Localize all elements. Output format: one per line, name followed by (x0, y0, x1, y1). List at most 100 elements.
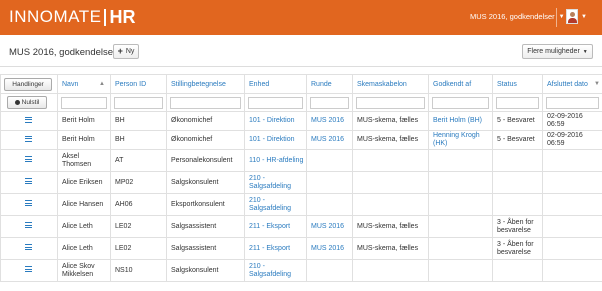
actions-button[interactable]: Handlinger (4, 77, 52, 91)
cell-person-id: AH06 (110, 193, 167, 216)
filter-stilling[interactable] (170, 96, 241, 109)
cell-stilling: Salgskonsulent (166, 259, 245, 282)
cell-godkendt-af[interactable] (428, 171, 493, 194)
filter-status[interactable] (496, 96, 539, 109)
cell-runde[interactable]: MUS 2016 (306, 237, 353, 260)
cell-stilling: Økonomichef (166, 130, 245, 150)
chevron-down-icon: ▼ (582, 48, 588, 55)
cell-status (492, 193, 543, 216)
more-options-button[interactable]: Flere muligheder ▼ (522, 44, 593, 59)
list-icon[interactable] (25, 135, 32, 142)
page-title: MUS 2016, godkendelser (9, 47, 117, 58)
cell-skema (352, 193, 429, 216)
reset-button[interactable]: Nulstil (7, 96, 47, 109)
list-icon[interactable] (25, 156, 32, 162)
filter-cell (542, 93, 602, 112)
table-row[interactable]: Alice Hansen AH06 Eksportkonsulent 210 - Sa… (0, 193, 602, 216)
actions-header: Handlinger (0, 74, 58, 94)
list-icon[interactable] (25, 266, 32, 272)
filter-runde[interactable] (310, 96, 349, 109)
cell-skema (352, 149, 429, 172)
cell-runde[interactable] (306, 149, 353, 172)
cell-godkendt-af[interactable] (428, 237, 493, 260)
col-stilling[interactable]: Stillingbetegnelse (166, 74, 245, 94)
col-navn[interactable]: Navn ▲ (57, 74, 111, 94)
cell-enhed[interactable]: 210 - Salgsafdeling (244, 259, 307, 282)
list-icon[interactable] (25, 178, 32, 184)
col-status[interactable]: Status (492, 74, 543, 94)
filter-cell (57, 93, 111, 112)
context-menu[interactable]: MUS 2016, godkendelser ▼ (470, 12, 565, 21)
col-enhed[interactable]: Enhed (244, 74, 307, 94)
cell-runde[interactable]: MUS 2016 (306, 130, 353, 150)
cell-runde[interactable] (306, 193, 353, 216)
cell-navn: Aksel Thomsen (57, 149, 111, 172)
cell-godkendt-af[interactable] (428, 193, 493, 216)
col-afsluttet[interactable]: Afsluttet dato ▼ (542, 74, 602, 94)
cell-skema (352, 171, 429, 194)
cell-navn: Alice Eriksen (57, 171, 111, 194)
cell-godkendt-af[interactable] (428, 215, 493, 238)
cell-runde[interactable]: MUS 2016 (306, 111, 353, 131)
reset-cell: Nulstil (0, 93, 58, 112)
col-person-id[interactable]: Person ID (110, 74, 167, 94)
cell-navn: Alice Leth (57, 237, 111, 260)
cell-enhed[interactable]: 110 - HR-afdeling (244, 149, 307, 172)
avatar (566, 9, 578, 24)
cell-person-id: LE02 (110, 237, 167, 260)
cell-skema (352, 259, 429, 282)
cell-status (492, 171, 543, 194)
top-bar: INNOMATE HR MUS 2016, godkendelser ▼ ▼ (0, 0, 602, 35)
list-icon[interactable] (25, 116, 32, 123)
cell-enhed[interactable]: 211 - Eksport (244, 215, 307, 238)
cell-status (492, 149, 543, 172)
col-godkendt-af[interactable]: Godkendt af (428, 74, 493, 94)
col-skema[interactable]: Skemaskabelon (352, 74, 429, 94)
table-row[interactable]: Aksel Thomsen AT Personalekonsulent 110 - H… (0, 149, 602, 172)
cell-status: 3 - Åben for besvarelse (492, 215, 543, 238)
table-row[interactable]: Berit Holm BH Økonomichef 101 - Direktion MU… (0, 111, 602, 131)
cell-enhed[interactable]: 101 - Direktion (244, 130, 307, 150)
cell-runde[interactable] (306, 259, 353, 282)
table-row[interactable]: Alice Skov Mikkelsen NS10 Salgskonsulent 21… (0, 259, 602, 282)
cell-enhed[interactable]: 211 - Eksport (244, 237, 307, 260)
filter-enhed[interactable] (248, 96, 303, 109)
table-row[interactable]: Alice Eriksen MP02 Salgskonsulent 210 - Sal… (0, 171, 602, 194)
row-action-cell (0, 215, 58, 238)
cell-status: 5 - Besvaret (492, 130, 543, 150)
topbar-divider (556, 8, 557, 27)
cell-enhed[interactable]: 210 - Salgsafdeling (244, 193, 307, 216)
filter-navn[interactable] (61, 96, 107, 109)
new-button[interactable]: + Ny (113, 44, 139, 59)
table-row[interactable]: Berit Holm BH Økonomichef 101 - Direktion MU… (0, 130, 602, 150)
cell-enhed[interactable]: 101 - Direktion (244, 111, 307, 131)
cell-godkendt-af[interactable]: Henning Krogh (HK) (428, 130, 493, 150)
cell-godkendt-af[interactable] (428, 259, 493, 282)
cell-runde[interactable]: MUS 2016 (306, 215, 353, 238)
cell-navn: Alice Skov Mikkelsen (57, 259, 111, 282)
table-row[interactable]: Alice Leth LE02 Salgsassistent 211 - Ekspor… (0, 237, 602, 260)
cell-godkendt-af[interactable]: Berit Holm (BH) (428, 111, 493, 131)
cell-stilling: Salgskonsulent (166, 171, 245, 194)
row-action-cell (0, 149, 58, 172)
filter-afsluttet[interactable] (546, 96, 599, 109)
list-icon[interactable] (25, 222, 32, 228)
app-logo[interactable]: INNOMATE HR (9, 7, 135, 27)
list-icon[interactable] (25, 244, 32, 250)
filter-cell (352, 93, 429, 112)
list-icon[interactable] (25, 200, 32, 206)
cell-godkendt-af[interactable] (428, 149, 493, 172)
cell-runde[interactable] (306, 171, 353, 194)
cell-navn: Berit Holm (57, 111, 111, 131)
col-runde[interactable]: Runde (306, 74, 353, 94)
cell-afsluttet (542, 237, 602, 260)
filter-person-id[interactable] (114, 96, 163, 109)
cell-status (492, 259, 543, 282)
filter-godkendt-af[interactable] (432, 96, 489, 109)
cell-enhed[interactable]: 210 - Salgsafdeling (244, 171, 307, 194)
table-row[interactable]: Alice Leth LE02 Salgsassistent 211 - Ekspor… (0, 215, 602, 238)
user-menu[interactable]: ▼ (566, 9, 587, 24)
cell-status: 5 - Besvaret (492, 111, 543, 131)
filter-skema[interactable] (356, 96, 425, 109)
cell-afsluttet (542, 259, 602, 282)
